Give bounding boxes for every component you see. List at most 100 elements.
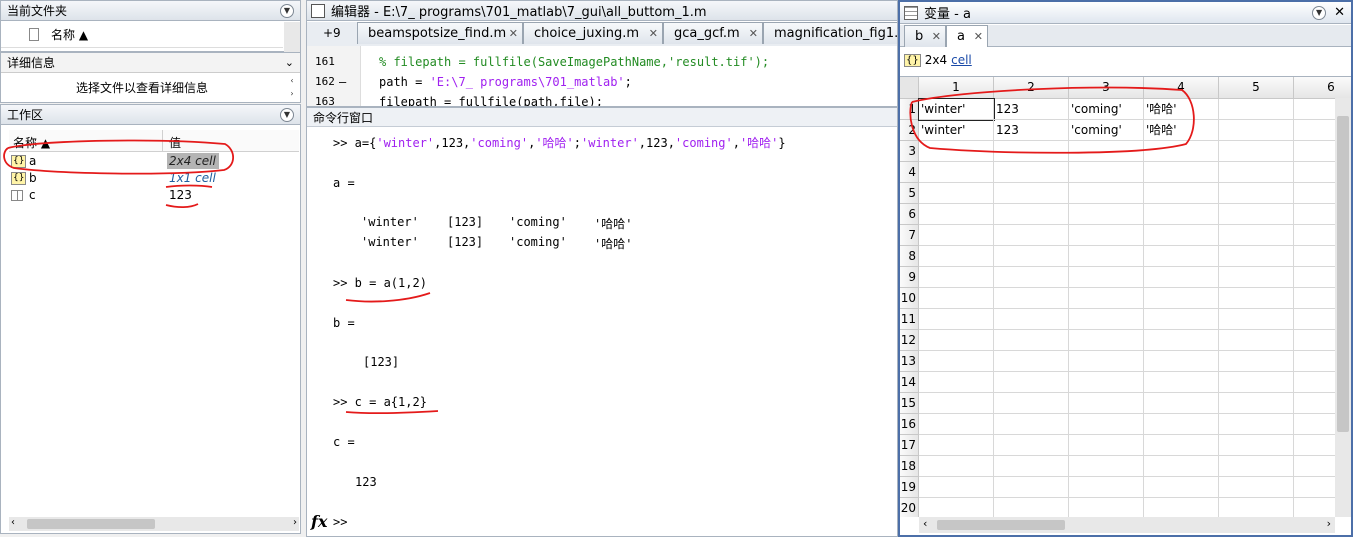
editor-code[interactable]: 161 % filepath = fullfile(SaveImagePathNa…	[307, 52, 897, 106]
grid-cell[interactable]	[994, 456, 1069, 477]
grid-row-header[interactable]: 1	[900, 99, 919, 120]
grid-cell[interactable]	[1069, 309, 1144, 330]
panel-menu-icon[interactable]: ▼	[1312, 5, 1327, 20]
grid-cell[interactable]	[1144, 435, 1219, 456]
grid-cell[interactable]	[919, 330, 994, 351]
grid-cell[interactable]	[994, 330, 1069, 351]
grid-cell[interactable]	[1144, 456, 1219, 477]
grid-row-header[interactable]: 11	[900, 309, 919, 330]
chevron-down-icon[interactable]: ⌄	[285, 56, 294, 69]
grid-cell[interactable]	[1069, 456, 1144, 477]
editor-overflow-tabs[interactable]: +9	[323, 26, 341, 40]
grid-cell[interactable]	[1144, 414, 1219, 435]
variables-vscrollbar[interactable]	[1335, 98, 1351, 517]
grid-cell[interactable]	[919, 477, 994, 498]
grid-column-header[interactable]: 4	[1144, 77, 1219, 99]
grid-cell[interactable]	[1069, 225, 1144, 246]
grid-cell[interactable]	[994, 141, 1069, 162]
editor-tab[interactable]: choice_juxing.m ✕	[523, 22, 663, 44]
close-icon[interactable]: ✕	[509, 23, 518, 44]
grid-cell[interactable]: 'winter'	[919, 120, 994, 141]
grid-cell[interactable]	[1144, 162, 1219, 183]
fx-icon[interactable]: fx	[311, 512, 327, 531]
current-folder-header[interactable]: 名称 ▲	[1, 22, 283, 48]
grid-row-header[interactable]: 2	[900, 120, 919, 141]
grid-cell[interactable]	[1144, 288, 1219, 309]
grid-cell[interactable]	[1219, 288, 1294, 309]
close-icon[interactable]: ✕	[1334, 5, 1345, 20]
grid-cell[interactable]: '哈哈'	[1144, 99, 1219, 120]
grid-row-header[interactable]: 13	[900, 351, 919, 372]
grid-cell[interactable]	[1219, 141, 1294, 162]
grid-cell[interactable]	[1219, 456, 1294, 477]
grid-cell[interactable]	[1069, 414, 1144, 435]
grid-cell[interactable]	[1069, 435, 1144, 456]
grid-row-header[interactable]: 4	[900, 162, 919, 183]
grid-cell[interactable]	[994, 246, 1069, 267]
workspace-col-value[interactable]: 值	[169, 134, 181, 151]
grid-row-header[interactable]: 19	[900, 477, 919, 498]
grid-row-header[interactable]: 15	[900, 393, 919, 414]
command-prompt[interactable]: >>	[333, 515, 347, 529]
grid-cell[interactable]	[994, 288, 1069, 309]
grid-row-header[interactable]: 18	[900, 456, 919, 477]
grid-cell[interactable]	[1069, 330, 1144, 351]
grid-cell[interactable]	[1219, 393, 1294, 414]
grid-cell[interactable]	[1219, 204, 1294, 225]
grid-cell[interactable]	[994, 477, 1069, 498]
grid-cell[interactable]	[1219, 183, 1294, 204]
grid-cell[interactable]	[1069, 141, 1144, 162]
grid-cell[interactable]	[919, 351, 994, 372]
close-icon[interactable]: ✕	[974, 26, 983, 47]
grid-cell[interactable]	[1069, 498, 1144, 517]
workspace-col-name[interactable]: 名称 ▲	[13, 134, 50, 151]
grid-cell[interactable]: 'winter'	[918, 98, 995, 121]
grid-cell[interactable]	[1144, 372, 1219, 393]
grid-cell[interactable]	[1219, 120, 1294, 141]
grid-cell[interactable]	[994, 204, 1069, 225]
grid-column-header[interactable]: 2	[994, 77, 1069, 99]
grid-cell[interactable]	[1069, 372, 1144, 393]
grid-cell[interactable]	[1219, 246, 1294, 267]
grid-row-header[interactable]: 5	[900, 183, 919, 204]
grid-cell[interactable]	[994, 267, 1069, 288]
grid-cell[interactable]	[919, 393, 994, 414]
grid-cell[interactable]	[1219, 309, 1294, 330]
grid-cell[interactable]	[1069, 183, 1144, 204]
grid-cell[interactable]	[994, 498, 1069, 517]
variable-tab[interactable]: a ✕	[946, 25, 988, 47]
grid-cell[interactable]	[919, 141, 994, 162]
grid-column-header[interactable]: 6	[1294, 77, 1351, 99]
workspace-row[interactable]: {} a 2x4 cell	[9, 153, 299, 170]
grid-cell[interactable]	[919, 246, 994, 267]
workspace-hscrollbar[interactable]: ‹ ›	[9, 517, 299, 531]
grid-cell[interactable]	[919, 204, 994, 225]
grid-cell[interactable]	[1069, 351, 1144, 372]
grid-cell[interactable]: 'coming'	[1069, 120, 1144, 141]
grid-cell[interactable]	[1144, 225, 1219, 246]
grid-column-header[interactable]: 3	[1069, 77, 1144, 99]
grid-cell[interactable]	[919, 414, 994, 435]
grid-cell[interactable]	[994, 225, 1069, 246]
panel-menu-icon[interactable]: ▼	[280, 107, 294, 122]
grid-cell[interactable]	[994, 435, 1069, 456]
grid-cell[interactable]	[919, 225, 994, 246]
editor-tab[interactable]: magnification_fig1.m	[763, 22, 897, 44]
grid-cell[interactable]	[994, 183, 1069, 204]
grid-cell[interactable]	[994, 393, 1069, 414]
grid-cell[interactable]	[1144, 183, 1219, 204]
details-titlebar[interactable]: 详细信息 ⌄	[1, 53, 300, 73]
grid-cell[interactable]	[919, 162, 994, 183]
breakpoint-marker[interactable]: —	[339, 72, 346, 92]
grid-cell[interactable]	[919, 267, 994, 288]
grid-row-header[interactable]: 8	[900, 246, 919, 267]
grid-cell[interactable]	[1144, 393, 1219, 414]
grid-row-header[interactable]: 10	[900, 288, 919, 309]
grid-cell[interactable]	[1069, 477, 1144, 498]
grid-cell[interactable]	[1069, 204, 1144, 225]
grid-cell[interactable]	[1219, 267, 1294, 288]
editor-tab[interactable]: gca_gcf.m ✕	[663, 22, 763, 44]
grid-cell[interactable]	[1069, 246, 1144, 267]
grid-row-header[interactable]: 17	[900, 435, 919, 456]
grid-cell[interactable]	[994, 414, 1069, 435]
